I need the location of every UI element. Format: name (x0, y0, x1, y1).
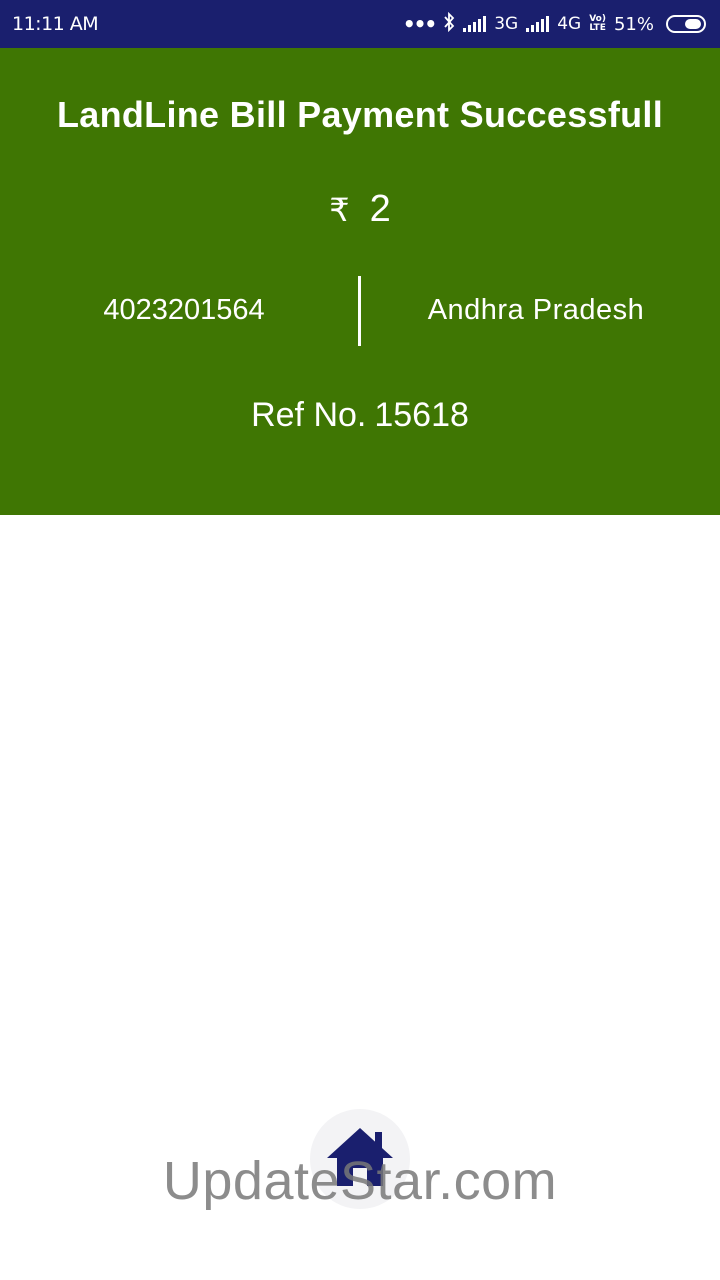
battery-percent: 51% (613, 13, 654, 35)
ref-label: Ref No. (251, 396, 367, 434)
bill-details-row: 4023201564 Andhra Pradesh (0, 276, 720, 348)
bluetooth-icon (443, 11, 455, 37)
state-name: Andhra Pradesh (427, 294, 645, 326)
reference-number: Ref No. 15618 (0, 396, 720, 435)
ref-value: 15618 (374, 396, 469, 434)
landline-number: 4023201564 (103, 294, 265, 326)
battery-icon (666, 15, 706, 33)
home-icon (325, 1126, 395, 1192)
more-dots-icon: ••• (402, 12, 437, 36)
network-4g-label: 4G (557, 14, 582, 34)
volte-icon: Vo) LTE (589, 14, 606, 33)
network-3g-label: 3G (494, 14, 519, 34)
page-title: LandLine Bill Payment Successfull (56, 94, 664, 135)
status-icons: ••• 3G 4G Vo) LTE 51% (402, 11, 706, 37)
amount-value: 2 (369, 188, 391, 230)
signal-icon (526, 16, 550, 32)
rupee-icon: ₹ (329, 192, 350, 228)
home-button[interactable] (310, 1109, 410, 1209)
status-time: 11:11 AM (12, 13, 99, 35)
payment-amount: ₹2 (0, 188, 720, 231)
status-bar: 11:11 AM ••• 3G 4G Vo) LTE 51% (0, 0, 720, 48)
payment-summary-panel: LandLine Bill Payment Successfull ₹2 402… (0, 48, 720, 515)
signal-icon (463, 16, 487, 32)
